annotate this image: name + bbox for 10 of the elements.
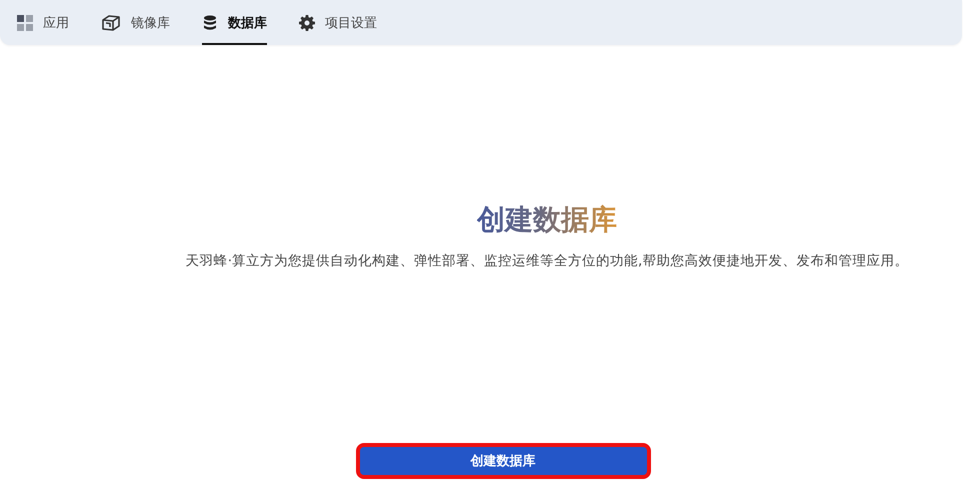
nav-tab[interactable]: 数据库 — [202, 0, 267, 45]
settings-icon — [299, 14, 315, 30]
empty-state-description: 天羽蜂·算立方为您提供自动化构建、弹性部署、监控运维等全方位的功能,帮助您高效便捷地开发、发布和管理应用。 — [186, 252, 908, 270]
create-database-button[interactable]: 创建数据库 — [356, 443, 650, 479]
database-icon — [202, 14, 218, 30]
nav-tab[interactable]: 项目设置 — [299, 0, 377, 45]
nav-tab[interactable]: 镜像库 — [101, 0, 170, 45]
nav-tab[interactable]: 应用 — [17, 0, 69, 45]
box-icon — [101, 14, 121, 32]
grid-icon — [17, 14, 33, 30]
